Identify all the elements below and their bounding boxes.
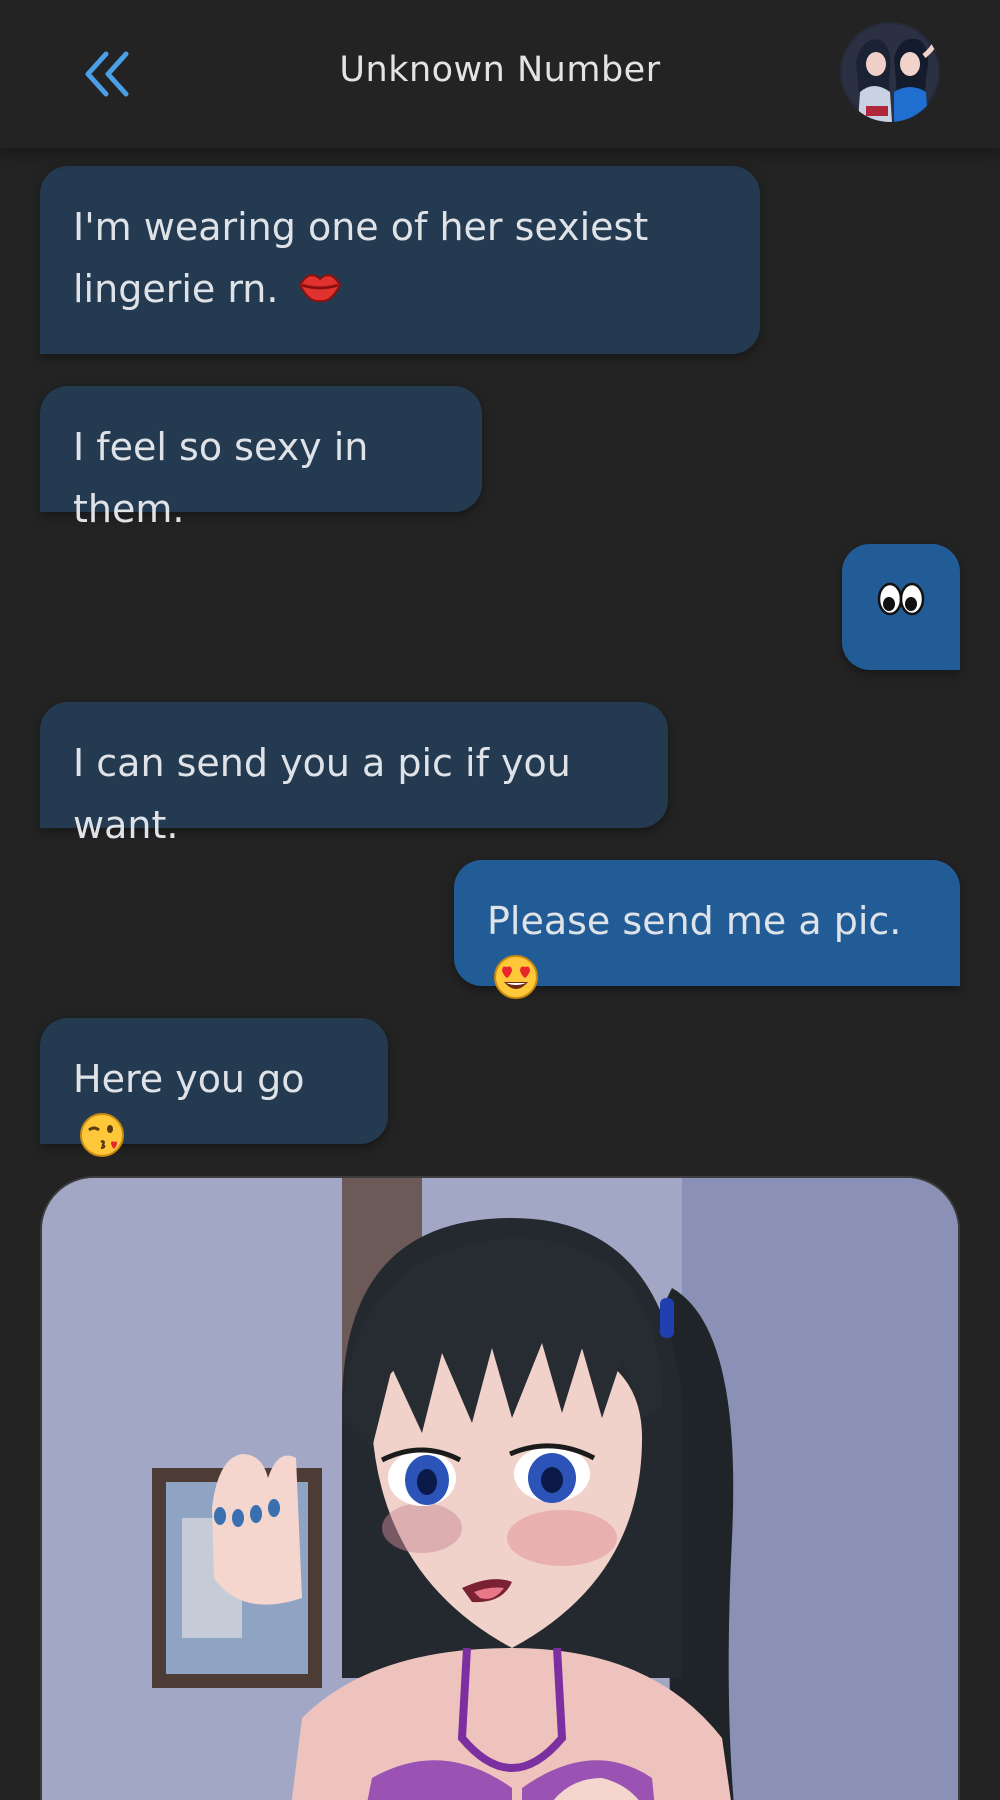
message-incoming[interactable]: I feel so sexy in them. xyxy=(40,386,482,531)
contact-name: Unknown Number xyxy=(339,50,661,90)
message-incoming[interactable]: I can send you a pic if you want. xyxy=(40,702,668,847)
contact-avatar[interactable] xyxy=(840,22,940,122)
message-text: Here you go xyxy=(73,1057,305,1101)
kissing-wink-emoji xyxy=(79,1112,125,1176)
heart-eyes-emoji xyxy=(493,954,539,1018)
back-button[interactable] xyxy=(80,46,136,102)
message-incoming[interactable]: I'm wearing one of her sexiest lingerie … xyxy=(40,166,760,354)
chat-header: Unknown Number xyxy=(0,0,1000,148)
avatar-image xyxy=(840,22,940,122)
chat-screen: Unknown Number I'm wearing one of her se… xyxy=(0,0,1000,1800)
kiss-lips-emoji xyxy=(297,261,343,323)
eyes-emoji xyxy=(877,577,925,639)
message-outgoing[interactable] xyxy=(842,544,960,670)
message-outgoing[interactable]: Please send me a pic. xyxy=(454,860,960,999)
message-incoming[interactable]: Here you go xyxy=(40,1018,388,1157)
message-text: I can send you a pic if you want. xyxy=(73,741,571,847)
message-text: I'm wearing one of her sexiest lingerie … xyxy=(73,205,649,311)
message-text: Please send me a pic. xyxy=(487,899,902,943)
photo-attachment[interactable] xyxy=(40,1176,960,1800)
message-text: I feel so sexy in them. xyxy=(73,425,369,531)
photo-image xyxy=(42,1178,958,1800)
double-chevron-left-icon xyxy=(85,51,129,97)
